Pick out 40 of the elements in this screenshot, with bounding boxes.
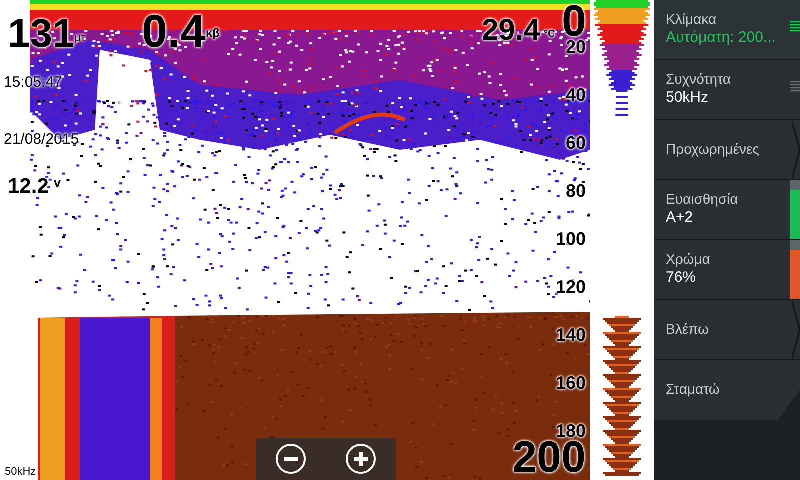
voltage-unit: v — [54, 176, 62, 189]
menu-item[interactable]: Κλίμακα Αυτόματη: 200... — [654, 0, 800, 60]
menu-item[interactable]: Προχωρημένες — [654, 120, 800, 180]
menu-item-value: Αυτόματη: 200... — [666, 28, 777, 48]
chevron-icon — [792, 120, 800, 178]
menu-item-label: Σταματώ — [665, 381, 720, 399]
list-icon — [790, 20, 800, 32]
depth-tick-label: 140 — [556, 326, 586, 344]
speed-unit: κβ — [206, 26, 220, 40]
menu-item-label: Προχωρημένες — [665, 140, 760, 158]
menu-item-label: Ευαισθησία — [666, 191, 740, 209]
chevron-icon — [792, 300, 800, 358]
date-label: 21/08/2015 — [4, 130, 80, 150]
list-icon — [790, 80, 800, 92]
menu-item[interactable]: Συχνότητα 50kHz — [654, 60, 800, 120]
menu-item-label: Βλέπω — [665, 320, 710, 338]
depth-unit: μτ — [74, 31, 86, 46]
minus-icon — [284, 457, 298, 461]
depth-tick-label: 160 — [556, 374, 586, 392]
depth-tick-label: 100 — [556, 230, 586, 248]
zoom-in-button[interactable] — [346, 444, 376, 474]
depth-tick-label: 120 — [556, 278, 586, 296]
frequency-label: 50kHz — [5, 465, 36, 480]
depth-tick-label: 40 — [566, 86, 586, 104]
menu-item[interactable]: Σταματώ — [654, 360, 800, 420]
menu-item-label: Κλίμακα — [666, 11, 718, 29]
plus-icon — [354, 452, 368, 466]
menu-item[interactable]: Χρώμα 76% — [654, 240, 800, 300]
depth-tick-label: 80 — [566, 182, 586, 200]
temperature-unit: °C — [544, 30, 556, 40]
menu-item[interactable]: Βλέπω — [654, 300, 800, 360]
menu-item-value: 50kHz — [666, 88, 710, 108]
menu-item-value: 76% — [666, 268, 698, 288]
zoom-out-button[interactable] — [276, 444, 306, 474]
menu-item[interactable]: Ευαισθησία A+2 — [654, 180, 800, 240]
menu-item-label: Συχνότητα — [666, 71, 732, 89]
depth-tick-label: 60 — [566, 134, 586, 152]
menu-item-value: A+2 — [666, 208, 694, 228]
voltage-reading: 12.2 — [8, 176, 49, 197]
menu-item-label: Χρώμα — [666, 251, 712, 269]
